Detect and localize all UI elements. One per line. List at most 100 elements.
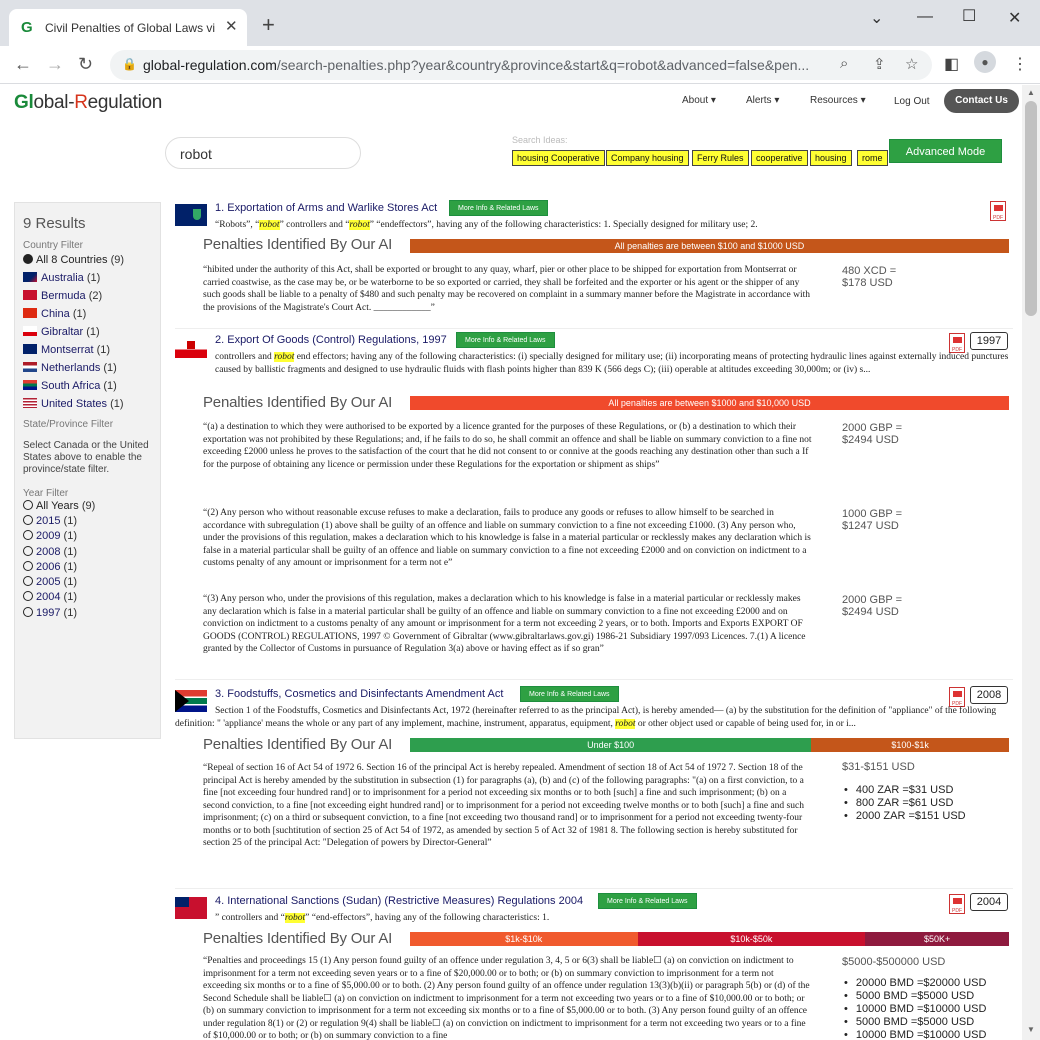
search-idea-chip[interactable]: Company housing [606,150,689,166]
result-item: 3. Foodstuffs, Cosmetics and Disinfectan… [175,686,1013,890]
clock-icon [23,530,33,541]
result-item: 1. Exportation of Arms and Warlike Store… [175,200,1013,324]
penalty-amount: 2000 GBP = $2494 USD [842,594,903,618]
penalty-excerpt: “(a) a destination to which they were au… [203,422,812,470]
result-title-link[interactable]: 4. International Sanctions (Sudan) (Rest… [215,895,583,907]
browser-toolbar: ← → ↻ 🔒 global-regulation.com/search-pen… [0,46,1040,84]
result-divider [175,328,1013,329]
search-idea-chip[interactable]: Ferry Rules [692,150,749,166]
close-tab-icon[interactable]: ✕ [225,17,238,35]
search-idea-chip[interactable]: housing Cooperative [512,150,605,166]
penalties-label: Penalties Identified By Our AI [203,930,393,947]
year-badge: 1997 [970,332,1008,350]
reload-icon[interactable]: ↻ [78,54,93,75]
country-filter-netherlands[interactable]: Netherlands (1) [23,359,152,377]
address-bar[interactable]: 🔒 global-regulation.com/search-penalties… [110,50,932,80]
penalty-range-segment: Under $100 [410,738,812,752]
gibraltar-flag-icon [23,326,37,336]
year-filter-all[interactable]: All Years (9) [23,499,152,514]
pdf-icon[interactable]: PDF [990,201,1006,221]
minimize-icon[interactable]: — [917,8,933,26]
search-input[interactable]: robot [165,137,361,169]
country-filter-australia[interactable]: Australia (1) [23,269,152,287]
search-ideas-label: Search Ideas: [512,135,568,145]
nav-alerts[interactable]: Alerts ▾ [746,95,779,106]
browser-tab[interactable]: G Civil Penalties of Global Laws via ✕ [9,9,247,46]
country-filter-bermuda[interactable]: Bermuda (2) [23,287,152,305]
montserrat-flag-icon [23,344,37,354]
scrollbar-thumb[interactable] [1025,101,1037,316]
country-filter-south-africa[interactable]: South Africa (1) [23,377,152,395]
search-idea-chip[interactable]: cooperative [751,150,808,166]
country-filter-all[interactable]: All 8 Countries (9) [23,251,152,269]
bookmark-star-icon[interactable]: ☆ [905,55,918,73]
year-filter-2005[interactable]: 2005 (1) [23,575,152,590]
forward-icon[interactable]: → [46,54,64,75]
scroll-down-icon[interactable]: ▼ [1027,1025,1035,1034]
nav-resources[interactable]: Resources ▾ [810,95,866,106]
search-idea-chip[interactable]: housing [810,150,852,166]
pdf-icon[interactable]: PDF [949,333,965,353]
penalty-amount: 2000 GBP = $2494 USD [842,422,903,446]
china-flag-icon [23,308,37,318]
clock-icon [23,576,33,587]
more-info-button[interactable]: More Info & Related Laws [520,686,619,702]
year-filter-2006[interactable]: 2006 (1) [23,560,152,575]
pdf-icon[interactable]: PDF [949,894,965,914]
more-info-button[interactable]: More Info & Related Laws [449,200,548,216]
advanced-mode-button[interactable]: Advanced Mode [889,139,1002,163]
browser-tab-strip: G Civil Penalties of Global Laws via ✕ +… [0,0,1040,46]
profile-avatar-icon[interactable]: ● [974,51,996,73]
search-idea-chip[interactable]: rome [857,150,888,166]
clock-icon [23,545,33,556]
url-text: global-regulation.com/search-penalties.p… [143,57,810,73]
year-filter-2004[interactable]: 2004 (1) [23,590,152,605]
year-filter-2009[interactable]: 2009 (1) [23,529,152,544]
penalty-conversion-item: 800 ZAR =$61 USD [856,797,966,810]
clock-icon [23,591,33,602]
new-tab-icon[interactable]: + [262,14,275,36]
year-badge: 2004 [970,893,1008,911]
penalties-label: Penalties Identified By Our AI [203,236,393,253]
site-logo[interactable]: Global-Regulation [14,92,162,114]
pdf-icon[interactable]: PDF [949,687,965,707]
back-icon[interactable]: ← [14,54,32,75]
result-title-link[interactable]: 2. Export Of Goods (Control) Regulations… [215,334,447,346]
penalty-conversion-item: 400 ZAR =$31 USD [856,784,966,797]
scroll-up-icon[interactable]: ▲ [1027,88,1035,97]
country-filter-gibraltar[interactable]: Gibraltar (1) [23,323,152,341]
zoom-icon[interactable]: ⌕ [840,55,848,72]
side-panel-icon[interactable]: ◧ [944,54,959,74]
share-icon[interactable]: ⇪ [873,55,886,73]
page-scrollbar[interactable]: ▲ ▼ [1022,85,1040,1040]
site-favicon-icon: G [21,19,33,36]
result-title-link[interactable]: 1. Exportation of Arms and Warlike Store… [215,202,437,214]
menu-dots-icon[interactable]: ⋮ [1012,54,1028,74]
year-filter-2008[interactable]: 2008 (1) [23,545,152,560]
page-content: Global-Regulation About ▾ Alerts ▾ Resou… [0,85,1022,1040]
country-filter-united-states[interactable]: United States (1) [23,395,152,413]
close-window-icon[interactable]: ✕ [1008,8,1021,28]
nav-about[interactable]: About ▾ [682,95,716,106]
united-states-flag-icon [23,398,37,408]
result-title-link[interactable]: 3. Foodstuffs, Cosmetics and Disinfectan… [215,688,503,700]
result-item: 4. International Sanctions (Sudan) (Rest… [175,893,1013,1040]
penalty-range-segment: All penalties are between $100 and $1000… [410,239,1009,253]
penalty-excerpt: “hibited under the authority of this Act… [203,265,811,313]
penalties-label: Penalties Identified By Our AI [203,394,393,411]
contact-us-button[interactable]: Contact Us [944,89,1019,113]
more-info-button[interactable]: More Info & Related Laws [598,893,697,909]
year-filter-1997[interactable]: 1997 (1) [23,606,152,621]
lock-icon: 🔒 [122,57,137,71]
logout-link[interactable]: Log Out [894,96,930,107]
chevron-down-icon[interactable]: ⌄ [870,8,883,28]
result-divider [175,679,1013,680]
south-africa-flag-icon [23,380,37,390]
country-filter-montserrat[interactable]: Montserrat (1) [23,341,152,359]
penalty-range-bar: Under $100 $100-$1k [410,738,1009,752]
year-filter-2015[interactable]: 2015 (1) [23,514,152,529]
more-info-button[interactable]: More Info & Related Laws [456,332,555,348]
country-filter-china[interactable]: China (1) [23,305,152,323]
maximize-icon[interactable]: ☐ [962,6,976,26]
province-filter-note: Select Canada or the United States above… [23,440,149,475]
